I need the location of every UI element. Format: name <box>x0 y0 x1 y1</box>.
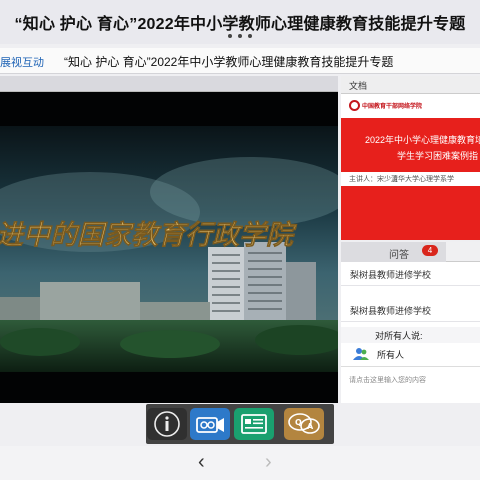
slide-logo-text: 中国教育干部网络学院 <box>362 104 423 110</box>
qa-button[interactable]: Q A <box>284 408 324 440</box>
slide-speaker-bar: 主讲人：宋少卫 清华大学心理学系学 <box>341 172 480 186</box>
qa-message-sender: 梨树县教师进修学校 <box>350 270 432 280</box>
slide-title-line2: 学生学习困难案例指 <box>397 151 479 161</box>
page-header: “知心 护心 育心”2022年中小学教师心理健康教育技能提升专题 <box>0 0 480 44</box>
slide-affiliation: 清华大学心理学系学 <box>391 176 454 183</box>
video-header <box>0 76 338 92</box>
page-title: “知心 护心 育心”2022年中小学教师心理健康教育技能提升专题 <box>14 16 466 33</box>
document-panel: 文档 中国教育干部网络学院 2022年中小学心理健康教育培 学生学习困难案例指 … <box>341 76 480 240</box>
forward-chevron-icon[interactable]: › <box>265 451 272 474</box>
video-scene-image: 进中的国家教育行政学院 <box>0 92 338 403</box>
video-caption: 进中的国家教育行政学院 <box>0 220 298 251</box>
qa-tabs: 问答 4 <box>341 242 480 262</box>
qa-message-input[interactable]: 请点击这里输入您的内容 <box>341 366 480 403</box>
video-pane: 进中的国家教育行政学院 <box>0 76 338 403</box>
video-player[interactable]: 进中的国家教育行政学院 <box>0 92 338 403</box>
browser-nav-bar: ‹ › <box>0 446 480 480</box>
qa-panel: 问答 4 梨树县教师进修学校 梨树县教师进修学校 对所有人说: 所有人 请点击这… <box>341 242 480 403</box>
school-logo-icon <box>349 100 360 111</box>
qa-count-badge: 4 <box>422 245 438 256</box>
document-slide[interactable]: 中国教育干部网络学院 2022年中小学心理健康教育培 学生学习困难案例指 主讲人… <box>341 94 480 240</box>
qa-recipient-header: 对所有人说: <box>341 327 480 343</box>
more-dots-icon[interactable] <box>228 34 252 40</box>
slide-logo-bar: 中国教育干部网络学院 <box>341 94 480 118</box>
app-brand: 展视互动 <box>0 57 44 69</box>
qa-to-label: 对所有人说: <box>375 331 423 341</box>
qa-input-placeholder: 请点击这里输入您的内容 <box>349 377 426 384</box>
users-icon <box>353 348 369 360</box>
document-icon <box>241 414 267 434</box>
document-button[interactable] <box>234 408 274 440</box>
tab-qa[interactable]: 问答 4 <box>341 242 446 262</box>
qa-message-sender: 梨树县教师进修学校 <box>350 306 432 316</box>
qa-bubble-icon: Q A <box>288 413 320 434</box>
info-button[interactable] <box>147 408 187 440</box>
list-item[interactable]: 梨树县教师进修学校 <box>341 298 480 322</box>
slide-title-line1: 2022年中小学心理健康教育培 <box>365 135 480 145</box>
bottom-toolbar: Q A <box>146 404 334 444</box>
camera-icon <box>196 417 224 433</box>
camera-button[interactable] <box>190 408 230 440</box>
qa-recipient-selector[interactable]: 所有人 <box>341 343 480 365</box>
svg-text:A: A <box>307 422 314 431</box>
tab-qa-label: 问答 <box>389 250 409 261</box>
app-bar: 展视互动 “知心 护心 育心”2022年中小学教师心理健康教育技能提升专题 <box>0 48 480 74</box>
document-header-label: 文档 <box>349 81 368 91</box>
document-header: 文档 <box>341 76 480 94</box>
list-item[interactable]: 梨树县教师进修学校 <box>341 262 480 286</box>
svg-text:Q: Q <box>295 418 302 427</box>
back-chevron-icon[interactable]: ‹ <box>198 451 205 474</box>
info-icon <box>154 411 180 437</box>
app-title: “知心 护心 育心”2022年中小学教师心理健康教育技能提升专题 <box>64 55 394 69</box>
recipient-label: 所有人 <box>377 350 405 360</box>
